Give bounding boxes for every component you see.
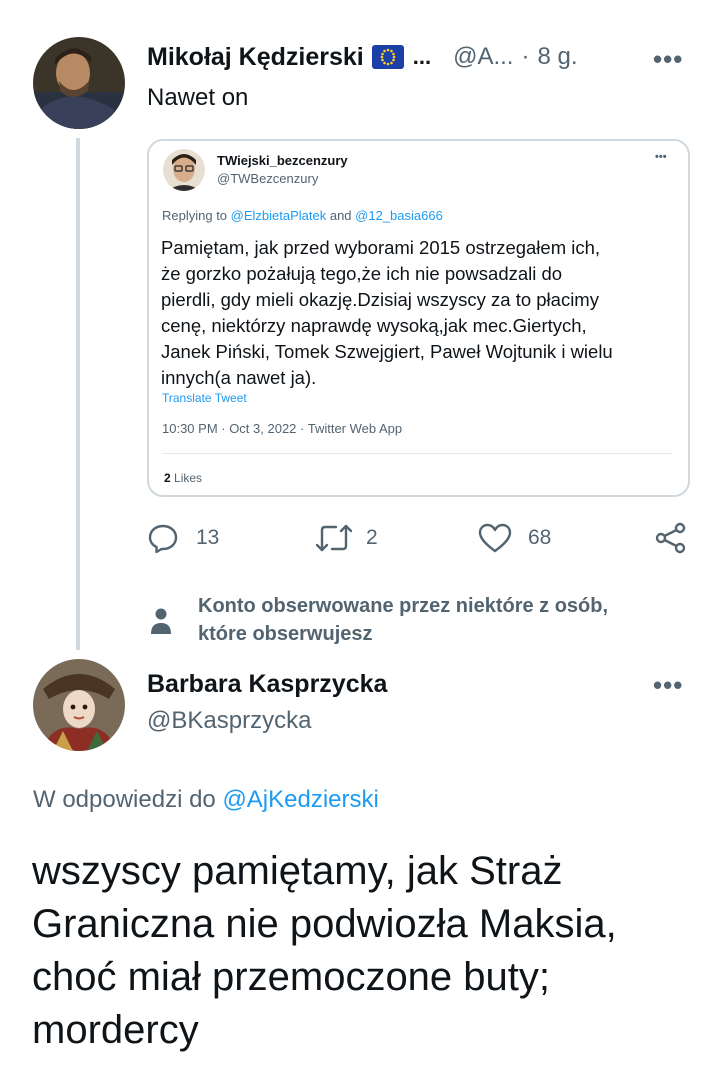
- tweet-text: Nawet on: [147, 84, 249, 111]
- followed-line-2: które obserwujesz: [198, 623, 373, 645]
- reply-author-name[interactable]: Barbara Kasprzycka: [147, 670, 387, 699]
- followed-by-notice: Konto obserwowane przez niektóre z osób,…: [198, 592, 608, 648]
- body-line: cenę, niektórzy naprawdę wysoką,jak mec.…: [161, 315, 587, 336]
- body-line: innych(a nawet ja).: [161, 367, 317, 388]
- embedded-likes[interactable]: 2 Likes: [164, 471, 202, 485]
- card-divider: [162, 453, 672, 454]
- retweet-icon: [314, 522, 354, 554]
- name-ellipsis: ...: [412, 44, 432, 69]
- more-options-icon[interactable]: •••: [653, 44, 683, 75]
- retweet-button[interactable]: 2: [314, 522, 378, 554]
- author-handle[interactable]: @A...: [453, 43, 513, 71]
- like-button[interactable]: 68: [478, 522, 551, 554]
- replying-user-2[interactable]: @12_basia666: [355, 208, 443, 223]
- retweet-count: 2: [366, 526, 378, 549]
- replying-user-1[interactable]: @ElzbietaPlatek: [231, 208, 327, 223]
- body-line: że gorzko pożałują tego,że ich nie powsa…: [161, 263, 563, 284]
- embedded-avatar[interactable]: [163, 149, 205, 191]
- separator: ·: [521, 43, 530, 70]
- body-line: pierdli, gdy mieli okazję.Dzisiaj wszysc…: [161, 289, 599, 310]
- replying-to: Replying to @ElzbietaPlatek and @12_basi…: [162, 208, 443, 223]
- reply-author-handle[interactable]: @BKasprzycka: [147, 707, 311, 735]
- eu-flag-icon: [371, 45, 404, 69]
- heart-icon: [478, 522, 512, 554]
- reply-text: wszyscy pamiętamy, jak Straż Graniczna n…: [32, 845, 617, 1057]
- reply-to-prefix: W odpowiedzi do: [33, 786, 223, 813]
- like-count: 68: [528, 526, 552, 549]
- reply-to-context: W odpowiedzi do @AjKedzierski: [33, 786, 379, 814]
- reply-to-user[interactable]: @AjKedzierski: [222, 786, 378, 813]
- share-icon[interactable]: [654, 522, 688, 554]
- replying-prefix: Replying to: [162, 208, 231, 223]
- reply-text-line: wszyscy pamiętamy, jak Straż: [32, 849, 563, 893]
- embedded-author-handle[interactable]: @TWBezcenzury: [217, 171, 318, 186]
- replying-and: and: [326, 208, 356, 223]
- embedded-author-name[interactable]: TWiejski_bezcenzury: [217, 153, 348, 168]
- body-line: Janek Piński, Tomek Szwejgiert, Paweł Wo…: [161, 341, 613, 362]
- reply-more-options-icon[interactable]: •••: [653, 670, 683, 701]
- embedded-tweet-card[interactable]: TWiejski_bezcenzury @TWBezcenzury ••• Re…: [147, 139, 690, 497]
- embedded-more-icon[interactable]: •••: [655, 151, 667, 163]
- likes-label: Likes: [174, 471, 203, 485]
- author-name[interactable]: Mikołaj Kędzierski: [147, 43, 364, 72]
- reply-text-line: mordercy: [32, 1008, 199, 1052]
- embedded-body: Pamiętam, jak przed wyborami 2015 ostrze…: [161, 235, 613, 391]
- likes-count: 2: [164, 471, 171, 485]
- tweet-time[interactable]: 8 g.: [537, 43, 577, 71]
- reply-text-line: Graniczna nie podwiozła Maksia,: [32, 902, 617, 946]
- embedded-timestamp[interactable]: 10:30 PM · Oct 3, 2022 · Twitter Web App: [162, 421, 402, 436]
- reply-text-line: choć miał przemoczone buty;: [32, 955, 551, 999]
- reply-button[interactable]: 13: [147, 522, 219, 554]
- body-line: Pamiętam, jak przed wyborami 2015 ostrze…: [161, 237, 601, 258]
- translate-tweet-link[interactable]: Translate Tweet: [162, 391, 247, 405]
- reply-icon: [147, 522, 179, 554]
- avatar[interactable]: [33, 37, 125, 129]
- person-icon: [148, 605, 174, 635]
- thread-line: [76, 138, 80, 650]
- followed-line-1: Konto obserwowane przez niektóre z osób,: [198, 595, 609, 617]
- reply-count: 13: [196, 526, 220, 549]
- tweet-header: Mikołaj Kędzierski ... @A... · 8 g.: [147, 41, 578, 73]
- reply-avatar[interactable]: [33, 659, 125, 751]
